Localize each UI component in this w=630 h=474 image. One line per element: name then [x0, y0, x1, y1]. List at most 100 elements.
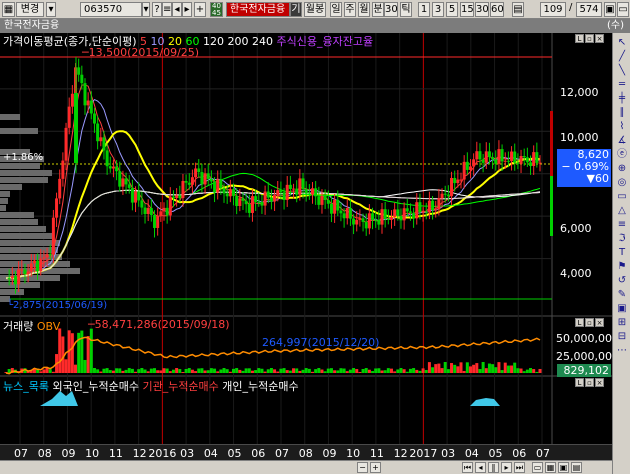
drawing-tool-icon[interactable]: ⚑ [615, 261, 629, 273]
candle-body [317, 196, 321, 205]
drawing-tool-icon[interactable]: ⌇ [615, 121, 629, 133]
unit-button[interactable]: 기 [290, 2, 302, 17]
credit-ratio-label: 주식신용_융자잔고율 [276, 35, 374, 48]
volume-bar [443, 362, 447, 373]
drawing-tool-icon[interactable]: ↖ [615, 37, 629, 49]
stock-code-input[interactable]: 063570 [80, 2, 142, 17]
candle-body [329, 203, 333, 214]
period-1-button[interactable]: 1 [418, 2, 430, 17]
chevron-down-icon[interactable]: ▾ [142, 2, 150, 17]
scroll-pause-button[interactable]: ‖ [488, 462, 499, 473]
drawing-tool-icon[interactable]: ∥ [615, 107, 629, 119]
scroll-next-button[interactable]: ▸ [501, 462, 512, 473]
volume-bar [51, 371, 55, 373]
volume-bar [200, 368, 204, 373]
list-icon[interactable]: ≡ [162, 2, 172, 17]
drawing-tool-icon[interactable]: ⊞ [615, 317, 629, 329]
period-month-button[interactable]: 월 [358, 2, 370, 17]
scroll-first-button[interactable]: ⏮ [462, 462, 473, 473]
candle-body [238, 198, 242, 206]
zoom-out-button[interactable]: − [357, 462, 368, 473]
change-button[interactable]: 변경 [16, 2, 44, 17]
drawing-tool-icon[interactable]: ∡ [615, 135, 629, 147]
add-icon[interactable]: + [194, 2, 206, 17]
candle-body [213, 181, 217, 193]
volume-bar [89, 328, 93, 373]
zoom-in-button[interactable]: + [370, 462, 381, 473]
drawing-tool-icon[interactable]: ═ [615, 79, 629, 91]
drawing-tool-icon[interactable]: ℑ [615, 233, 629, 245]
tile-button[interactable]: ▦ [545, 462, 556, 473]
calendar-icon[interactable]: ▤ [512, 2, 524, 17]
candle-body [111, 166, 115, 169]
drawing-tool-icon[interactable]: ⋯ [615, 345, 629, 357]
right-down-marker [550, 176, 553, 236]
panel3-lock-button[interactable]: L [575, 378, 584, 387]
drawing-tool-icon[interactable]: ↺ [615, 275, 629, 287]
menu-icon[interactable]: ▦ [2, 2, 15, 17]
drawing-tool-icon[interactable]: ⊕ [615, 163, 629, 175]
obv-high-text: 58,471,286(2015/09/18) [94, 318, 230, 331]
period-3-button[interactable]: 3 [432, 2, 444, 17]
expand-icon[interactable]: ▭ [617, 2, 629, 17]
volume-bar [197, 368, 201, 373]
prev-icon[interactable]: ◂ [172, 2, 182, 17]
period-day-button[interactable]: 일 [330, 2, 342, 17]
full-button[interactable]: ▣ [558, 462, 569, 473]
period-5-button[interactable]: 5 [446, 2, 458, 17]
print-button[interactable]: ▤ [571, 462, 582, 473]
count-field[interactable]: 109 [540, 2, 566, 17]
panel3-min-button[interactable]: ▫ [585, 378, 594, 387]
right-up-marker [550, 111, 553, 176]
candle-body [228, 189, 232, 197]
drawing-tool-icon[interactable]: ⓔ [615, 149, 629, 161]
volume-bar [320, 369, 324, 373]
volume-bar [156, 370, 160, 373]
drawing-tool-icon[interactable]: △ [615, 205, 629, 217]
drawing-tool-icon[interactable]: ╱ [615, 51, 629, 63]
drawing-tool-icon[interactable]: T [615, 247, 629, 259]
panel3-close-button[interactable]: × [595, 378, 604, 387]
period-button[interactable]: 월봉 [304, 2, 326, 17]
panel1-close-button[interactable]: × [595, 34, 604, 43]
period-tick-button[interactable]: 틱 [400, 2, 412, 17]
drawing-tool-icon[interactable]: ▭ [615, 191, 629, 203]
period-15-button[interactable]: 15 [460, 2, 474, 17]
panel1-min-button[interactable]: ▫ [585, 34, 594, 43]
candle-body [184, 181, 188, 183]
drawing-tool-icon[interactable]: ≡ [615, 219, 629, 231]
panel1-lock-button[interactable]: L [575, 34, 584, 43]
period-60-button[interactable]: 60 [490, 2, 504, 17]
fit-button[interactable]: ▭ [532, 462, 543, 473]
drawing-tool-icon[interactable]: ◎ [615, 177, 629, 189]
drawing-tool-icon[interactable]: ▣ [615, 303, 629, 315]
volume-bar [70, 333, 74, 373]
x-axis: 07 08 09 10 11 12 2016 03 04 05 06 07 08 09 10 11 12 2017… [0, 444, 612, 460]
settings-icon[interactable]: ▣ [604, 2, 616, 17]
panel2-min-button[interactable]: ▫ [585, 318, 594, 327]
candle-body [235, 195, 239, 206]
drawing-tool-icon[interactable]: ✎ [615, 289, 629, 301]
panel2-close-button[interactable]: × [595, 318, 604, 327]
volume-bar [415, 369, 419, 373]
x-tick: 03 [180, 447, 195, 460]
panel2-lock-button[interactable]: L [575, 318, 584, 327]
volume-bar [427, 362, 431, 373]
volume-bar [244, 368, 248, 373]
drawing-tool-icon[interactable]: ╲ [615, 65, 629, 77]
period-minute-button[interactable]: 분 [372, 2, 384, 17]
scroll-last-button[interactable]: ⏭ [514, 462, 525, 473]
help-icon[interactable]: ? [152, 2, 162, 17]
search-icon[interactable]: ▾ [46, 2, 56, 17]
volume-bar [421, 368, 425, 373]
drawing-tool-icon[interactable]: ⊟ [615, 331, 629, 343]
period-30-button[interactable]: 30 [475, 2, 489, 17]
drawing-tool-icon[interactable]: ╪ [615, 93, 629, 105]
next-icon[interactable]: ▸ [182, 2, 192, 17]
minute-value-field[interactable]: 30 [384, 2, 398, 17]
candle-body [92, 113, 96, 124]
scroll-prev-button[interactable]: ◂ [475, 462, 486, 473]
candle-body [434, 209, 438, 211]
candle-body [427, 200, 431, 213]
period-week-button[interactable]: 주 [344, 2, 356, 17]
